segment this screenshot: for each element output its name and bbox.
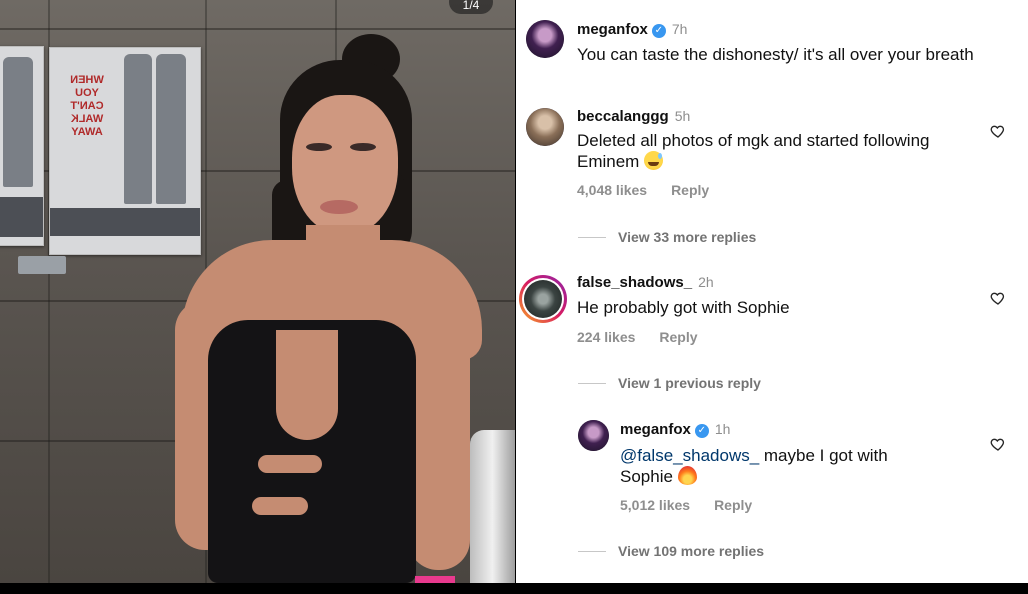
like-count[interactable]: 4,048 likes: [577, 182, 647, 198]
view-more-replies-button[interactable]: View 109 more replies: [618, 543, 764, 559]
avatar[interactable]: [526, 20, 564, 58]
username[interactable]: beccalanggg: [577, 108, 669, 125]
wall-poster-left: [0, 46, 44, 246]
timestamp: 1h: [714, 421, 731, 437]
pink-object: [415, 576, 455, 583]
reply-button[interactable]: Reply: [714, 497, 752, 513]
neckline: [276, 330, 338, 440]
wall-poster: WHEN YOU CAN'T WALK AWAY: [49, 47, 201, 255]
comments-panel: meganfox ✓ 7h You can taste the dishonesty…: [516, 0, 1028, 583]
face: [292, 95, 398, 235]
cutout: [252, 497, 308, 515]
arm-right: [408, 300, 470, 570]
verified-badge-icon: ✓: [651, 24, 666, 38]
thread-divider: [578, 383, 606, 384]
heart-icon[interactable]: [990, 123, 1006, 139]
caption-text: You can taste the dishonesty/ it's all o…: [577, 45, 974, 64]
wall-bracket: [18, 256, 66, 274]
bottom-edge: [0, 583, 1028, 594]
verified-badge-icon: ✓: [694, 424, 709, 438]
fire-emoji-icon: [677, 466, 697, 485]
cutout: [258, 455, 322, 473]
username[interactable]: meganfox: [620, 421, 691, 438]
comment-username-row: beccalanggg 5h: [577, 108, 690, 125]
hand-dryer: [470, 430, 515, 583]
avatar-story-ring[interactable]: [519, 275, 567, 323]
reply-text-content: Sophie: [620, 467, 673, 486]
reply-actions: 5,012 likes Reply: [620, 497, 752, 513]
comment-text: Deleted all photos of mgk and started fo…: [577, 130, 977, 172]
post-photo[interactable]: WHEN YOU CAN'T WALK AWAY 1/4: [0, 0, 515, 583]
reply-button[interactable]: Reply: [659, 329, 697, 345]
lips: [320, 200, 358, 214]
heart-icon[interactable]: [990, 290, 1006, 306]
comment-actions: 224 likes Reply: [577, 329, 698, 345]
timestamp: 2h: [698, 274, 714, 290]
thread-divider: [578, 551, 606, 552]
avatar[interactable]: [578, 420, 609, 451]
username[interactable]: false_shadows_: [577, 274, 692, 291]
username[interactable]: meganfox: [577, 21, 648, 38]
grinning-sweat-emoji-icon: [644, 151, 664, 170]
avatar[interactable]: [526, 108, 564, 146]
mention-link[interactable]: @false_shadows_: [620, 446, 759, 465]
timestamp: 7h: [671, 21, 688, 37]
timestamp: 5h: [674, 108, 691, 124]
reply-button[interactable]: Reply: [671, 182, 709, 198]
like-count[interactable]: 224 likes: [577, 329, 635, 345]
comment-username-row: false_shadows_ 2h: [577, 274, 714, 291]
reply-text-content: maybe I got with: [759, 446, 888, 465]
reply-username-row: meganfox ✓ 1h: [620, 421, 730, 438]
reply-text: @false_shadows_ maybe I got with Sophie: [620, 445, 980, 487]
heart-icon[interactable]: [990, 436, 1006, 452]
eye-left: [306, 143, 332, 151]
comment-text-content: Deleted all photos of mgk and started fo…: [577, 131, 930, 171]
view-replies-button[interactable]: View 33 more replies: [618, 229, 756, 245]
slide-counter: 1/4: [449, 0, 493, 14]
thread-divider: [578, 237, 606, 238]
poster-text: WHEN YOU CAN'T WALK AWAY: [70, 74, 104, 138]
comment-text: He probably got with Sophie: [577, 298, 790, 317]
like-count[interactable]: 5,012 likes: [620, 497, 690, 513]
comment-actions: 4,048 likes Reply: [577, 182, 709, 198]
view-previous-reply-button[interactable]: View 1 previous reply: [618, 375, 761, 391]
tile-grout: [0, 28, 515, 30]
eye-right: [350, 143, 376, 151]
caption-username-row: meganfox ✓ 7h: [577, 21, 687, 38]
